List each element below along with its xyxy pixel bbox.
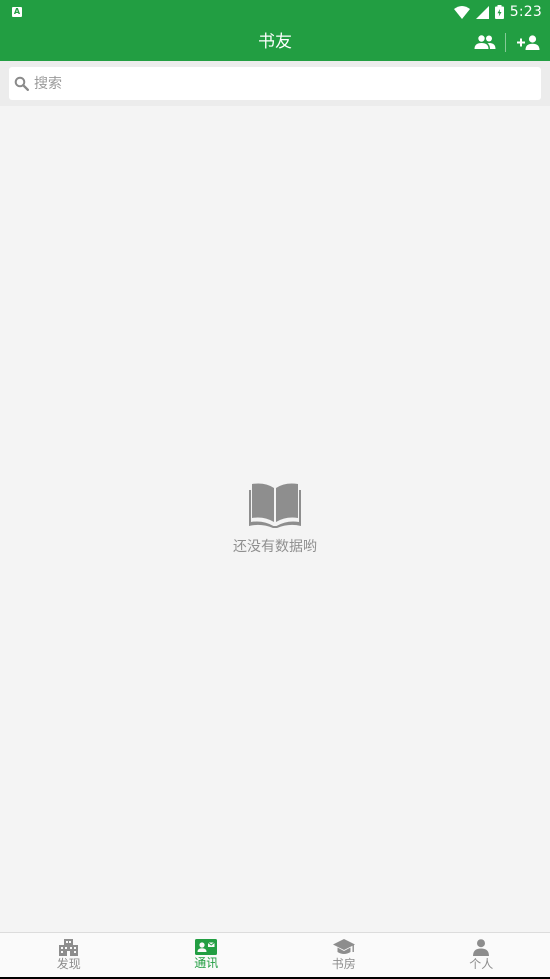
nav-label-profile: 个人 [469, 957, 494, 971]
add-person-icon [517, 34, 540, 50]
bottom-nav: 发现 通讯 书房 个人 [0, 932, 550, 977]
nav-item-discover[interactable]: 发现 [0, 933, 138, 977]
screen: A 5:23 书友 搜索 还没有数据哟 发现 通讯 书房 个人 [0, 0, 550, 979]
search-bar [0, 61, 550, 106]
nav-label-study: 书房 [331, 957, 356, 971]
search-input[interactable] [34, 69, 514, 98]
notification-badge: A [12, 7, 22, 17]
empty-state: 还没有数据哟 [0, 480, 550, 556]
status-right: 5:23 [453, 4, 542, 20]
search-box[interactable] [9, 67, 541, 100]
status-left: A [12, 7, 22, 17]
contact-card-icon [195, 939, 218, 955]
person-icon [473, 939, 490, 956]
empty-message: 还没有数据哟 [233, 539, 317, 555]
buildings-icon [59, 939, 79, 956]
appbar-divider [505, 33, 506, 52]
status-bar: A 5:23 [0, 0, 550, 24]
battery-icon [494, 5, 504, 19]
graduation-cap-icon [332, 939, 355, 954]
signal-icon [475, 5, 489, 19]
app-bar: 书友 [0, 24, 550, 61]
people-icon [474, 35, 496, 49]
nav-label-contacts: 通讯 [194, 956, 219, 970]
nav-label-discover: 发现 [56, 957, 81, 971]
contacts-button[interactable] [472, 30, 498, 54]
nav-item-study[interactable]: 书房 [275, 933, 413, 977]
book-icon [249, 483, 301, 528]
add-friend-button[interactable] [516, 30, 542, 54]
page-title: 书友 [258, 32, 292, 52]
wifi-icon [453, 5, 470, 19]
nav-item-contacts[interactable]: 通讯 [138, 933, 276, 977]
nav-item-profile[interactable]: 个人 [413, 933, 550, 977]
clock: 5:23 [509, 4, 542, 20]
search-icon [14, 76, 29, 91]
